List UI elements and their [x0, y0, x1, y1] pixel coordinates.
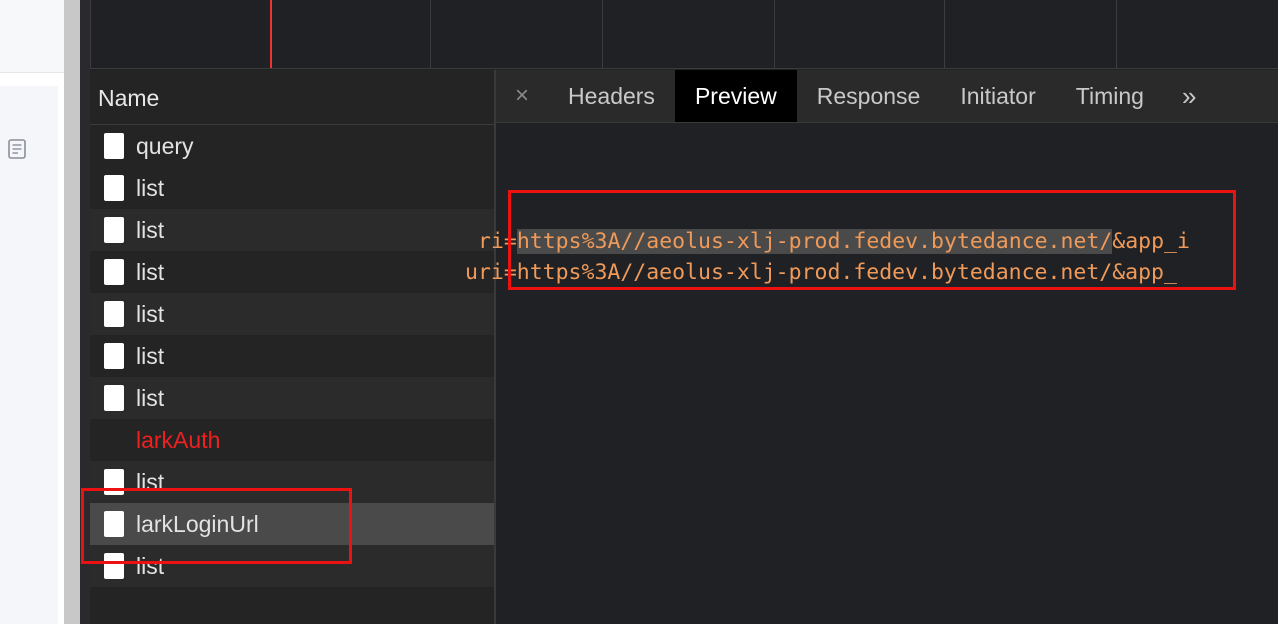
file-icon	[104, 217, 124, 243]
tab-timing[interactable]: Timing	[1056, 70, 1164, 122]
request-row[interactable]: list	[90, 209, 494, 251]
timeline-gridline	[602, 0, 603, 68]
request-row-error[interactable]: larkAuth	[90, 419, 494, 461]
request-row[interactable]: list	[90, 377, 494, 419]
timeline-gridline	[1116, 0, 1117, 68]
name-column-header[interactable]: Name	[90, 70, 494, 125]
panel-splitter[interactable]	[64, 0, 80, 624]
page-content-left	[0, 0, 64, 624]
timeline-gridline	[90, 0, 91, 68]
timeline-gridline	[944, 0, 945, 68]
annotation-box-request	[81, 488, 352, 564]
network-overview-timeline[interactable]	[90, 0, 1278, 69]
detail-tab-bar: × Headers Preview Response Initiator Tim…	[496, 70, 1278, 123]
file-icon	[104, 133, 124, 159]
timeline-gridline	[774, 0, 775, 68]
tab-initiator[interactable]: Initiator	[940, 70, 1055, 122]
request-name: list	[136, 216, 165, 243]
request-row[interactable]: list	[90, 167, 494, 209]
devtools-screenshot: Name query list list list list list list…	[0, 0, 1278, 624]
request-name: list	[136, 342, 165, 369]
annotation-box-url	[508, 190, 1236, 290]
page-side-area	[0, 86, 58, 624]
request-name: query	[136, 132, 194, 159]
request-name: list	[136, 174, 165, 201]
request-name: list	[136, 384, 165, 411]
document-icon[interactable]	[8, 139, 26, 159]
tab-response[interactable]: Response	[797, 70, 941, 122]
request-row[interactable]: list	[90, 335, 494, 377]
request-name: list	[136, 300, 165, 327]
file-icon	[104, 385, 124, 411]
request-row[interactable]: list	[90, 293, 494, 335]
tab-preview[interactable]: Preview	[674, 70, 797, 122]
file-icon	[104, 175, 124, 201]
timeline-load-marker	[270, 0, 272, 68]
request-row[interactable]: list	[90, 251, 494, 293]
file-icon	[104, 259, 124, 285]
timeline-gridline	[430, 0, 431, 68]
request-name: larkAuth	[136, 426, 221, 453]
file-icon	[104, 301, 124, 327]
close-icon[interactable]: ×	[496, 82, 548, 110]
request-detail-panel: × Headers Preview Response Initiator Tim…	[465, 70, 1278, 624]
request-name: list	[136, 258, 165, 285]
request-row[interactable]: query	[90, 125, 494, 167]
tab-headers[interactable]: Headers	[548, 70, 675, 122]
file-icon	[104, 343, 124, 369]
page-top-band	[0, 0, 64, 73]
more-tabs-icon[interactable]: »	[1164, 70, 1214, 122]
